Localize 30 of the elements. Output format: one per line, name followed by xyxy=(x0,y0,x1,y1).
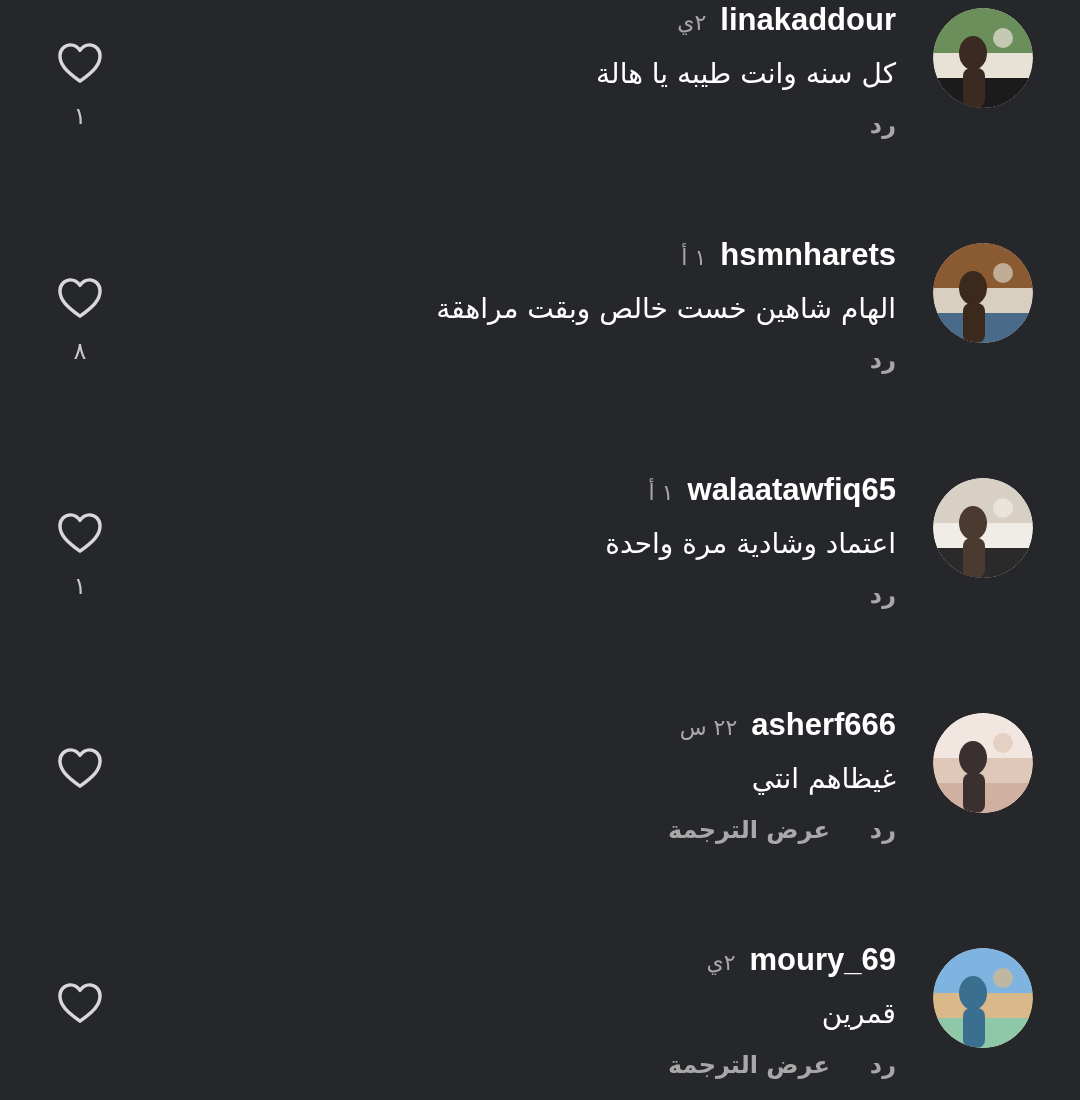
comment-text: قمرين xyxy=(821,996,896,1032)
reply-link[interactable]: رد xyxy=(869,108,896,142)
comment-time: ٢٢ س xyxy=(679,714,738,742)
heart-icon[interactable] xyxy=(57,42,103,84)
username[interactable]: asherf666 xyxy=(751,705,896,745)
username[interactable]: walaatawfiq65 xyxy=(687,470,896,510)
heart-icon[interactable] xyxy=(57,982,103,1024)
comment-time: ٢ي xyxy=(706,949,736,977)
translation-link[interactable]: عرض الترجمة xyxy=(668,813,830,847)
username[interactable]: hsmnharets xyxy=(720,235,896,275)
comment-text: اعتماد وشادية مرة واحدة xyxy=(605,526,896,562)
comment-text: الهام شاهين خست خالص وبقت مراهقة xyxy=(436,291,896,327)
reply-link[interactable]: رد xyxy=(869,1048,896,1082)
username[interactable]: moury_69 xyxy=(749,940,896,980)
comment-time: ١ أ xyxy=(681,242,707,272)
heart-icon[interactable] xyxy=(57,747,103,789)
reply-link[interactable]: رد xyxy=(869,578,896,612)
username[interactable]: linakaddour xyxy=(720,0,896,40)
reply-link[interactable]: رد xyxy=(869,813,896,847)
reply-link[interactable]: رد xyxy=(869,343,896,377)
like-count: ١ xyxy=(73,101,87,132)
comment-time: ١ أ xyxy=(648,477,674,507)
like-count: ٨ xyxy=(73,336,87,367)
like-count: ١ xyxy=(73,571,87,602)
comment-text: غيظاهم انتي xyxy=(751,761,896,797)
heart-icon[interactable] xyxy=(57,277,103,319)
translation-link[interactable]: عرض الترجمة xyxy=(668,1048,830,1082)
comment-time: ٢ي xyxy=(677,9,707,37)
heart-icon[interactable] xyxy=(57,512,103,554)
comment-text: كل سنه وانت طيبه يا هالة xyxy=(596,56,896,92)
